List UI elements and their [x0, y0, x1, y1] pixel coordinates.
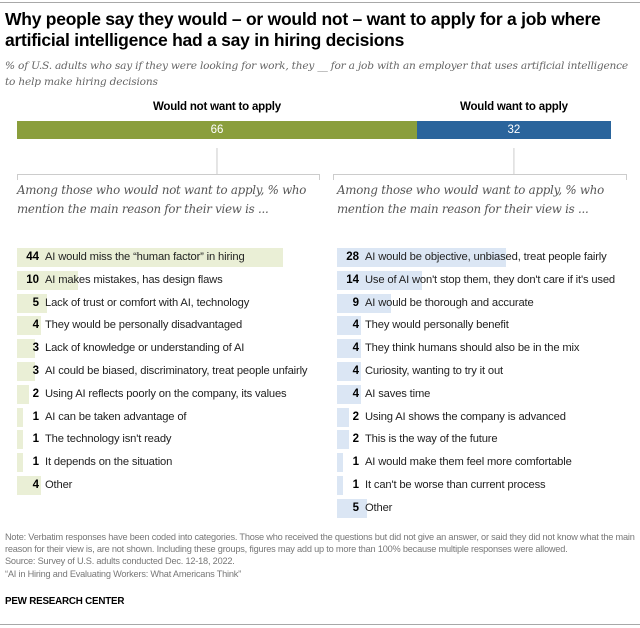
left-reason-label: Lack of trust or comfort with AI, techno… — [45, 296, 250, 309]
left-reason-value: 4 — [32, 319, 39, 332]
right-reason-label: Use of AI won't stop them, they don't ca… — [365, 273, 616, 286]
left-reason-row: 5 Lack of trust or comfort with AI, techn… — [17, 293, 327, 313]
left-reason-label: AI could be biased, discriminatory, trea… — [45, 364, 308, 377]
left-reason-row: 10 AI makes mistakes, has design flaws — [17, 270, 327, 290]
right-reason-value: 1 — [352, 478, 359, 491]
would-label: Would want to apply — [460, 101, 568, 113]
left-reason-label: AI can be taken advantage of — [45, 410, 187, 423]
right-reason-label: They would personally benefit — [365, 319, 509, 332]
left-reason-value: 3 — [32, 342, 39, 355]
left-bracket — [17, 148, 320, 180]
right-reason-row: 28 AI would be objective, unbiased, treat… — [337, 248, 637, 267]
right-bracket — [333, 148, 627, 180]
would-value: 32 — [507, 124, 521, 136]
right-reason-label: This is the way of the future — [365, 433, 498, 446]
right-reason-label: AI would be objective, unbiased, treat p… — [365, 251, 607, 263]
left-reason-label: Lack of knowledge or understanding of AI — [45, 342, 245, 355]
left-reason-label: AI makes mistakes, has design flaws — [45, 273, 223, 286]
right-reason-row: 4 Curiosity, wanting to try it out — [337, 361, 637, 381]
right-reason-row: 4 AI saves time — [337, 384, 637, 404]
left-reason-value: 10 — [26, 273, 39, 286]
right-reason-label: Using AI shows the company is advanced — [365, 410, 566, 423]
right-reason-label: It can't be worse than current process — [365, 478, 546, 491]
right-reason-value: 14 — [346, 273, 359, 286]
right-reason-value: 4 — [352, 319, 359, 332]
right-reason-row: 1 AI would make them feel more comfortabl… — [337, 453, 637, 473]
right-reason-value: 2 — [352, 410, 359, 423]
left-reason-row: 4 They would be personally disadvantaged — [17, 316, 327, 336]
source-text: Source: Survey of U.S. adults conducted … — [5, 556, 235, 567]
would-segment: 32 — [416, 121, 611, 139]
right-reason-row: 4 They would personally benefit — [337, 316, 637, 336]
left-reason-value: 3 — [32, 364, 39, 377]
left-reason-row: 1 The technology isn't ready — [17, 430, 327, 450]
right-panel-heading: Among those who would want to apply, % w… — [337, 183, 604, 216]
right-reason-label: AI would be thorough and accurate — [365, 296, 534, 309]
left-reason-label: It depends on the situation — [45, 456, 173, 469]
right-reason-value: 4 — [352, 342, 359, 355]
stacked-bar: 66 32 — [17, 121, 617, 139]
left-reason-value: 44 — [26, 251, 39, 263]
right-reason-label: Other — [365, 501, 393, 514]
chart-subtitle: % of U.S. adults who say if they were lo… — [5, 60, 628, 88]
right-reason-value: 4 — [352, 364, 359, 377]
left-reason-value: 1 — [32, 433, 39, 446]
left-reason-label: They would be personally disadvantaged — [45, 319, 243, 332]
left-reason-row: 1 It depends on the situation — [17, 453, 327, 473]
right-reason-label: AI saves time — [365, 387, 431, 400]
right-reason-label: They think humans should also be in the … — [365, 342, 580, 355]
left-reason-row: 3 AI could be biased, discriminatory, tre… — [17, 361, 327, 381]
left-reason-value: 1 — [32, 410, 39, 423]
left-reason-row: 4 Other — [17, 475, 327, 495]
top-rule — [0, 2, 640, 3]
would-not-value: 66 — [210, 124, 224, 136]
right-reason-row: 4 They think humans should also be in the… — [337, 339, 637, 359]
right-reason-value: 2 — [352, 433, 359, 446]
right-reason-value: 9 — [352, 296, 359, 309]
left-reason-value: 2 — [32, 387, 39, 400]
left-reason-label: The technology isn't ready — [45, 433, 172, 446]
right-reason-value: 5 — [352, 501, 359, 514]
left-reason-value: 4 — [32, 478, 39, 491]
left-reason-row: 3 Lack of knowledge or understanding of A… — [17, 339, 327, 359]
right-reason-row: 2 Using AI shows the company is advanced — [337, 407, 637, 427]
note-text: Note: Verbatim responses have been coded… — [5, 532, 635, 555]
bottom-rule — [0, 624, 640, 625]
left-reason-value: 1 — [32, 456, 39, 469]
right-reason-row: 2 This is the way of the future — [337, 430, 637, 450]
right-reasons-list: 28 AI would be objective, unbiased, treat… — [337, 248, 637, 522]
would-not-label: Would not want to apply — [152, 101, 281, 113]
right-reason-value: 4 — [352, 387, 359, 400]
right-reason-row: 14 Use of AI won't stop them, they don't … — [337, 270, 637, 290]
right-reason-row: 1 It can't be worse than current process — [337, 475, 637, 495]
right-reason-row: 5 Other — [337, 498, 637, 518]
left-reason-label: Using AI reflects poorly on the company,… — [45, 387, 287, 400]
brand-logo: PEW RESEARCH CENTER — [5, 596, 125, 607]
would-not-segment: 66 — [17, 121, 417, 139]
left-reason-label: Other — [45, 478, 73, 491]
left-panel-heading: Among those who would not want to apply,… — [17, 183, 307, 216]
left-reason-row: 1 AI can be taken advantage of — [17, 407, 327, 427]
left-reason-value: 5 — [32, 296, 39, 309]
right-reason-value: 28 — [346, 251, 359, 263]
footnote: Note: Verbatim responses have been coded… — [5, 531, 635, 580]
right-reason-row: 9 AI would be thorough and accurate — [337, 293, 637, 313]
left-reason-row: 2 Using AI reflects poorly on the company… — [17, 384, 327, 404]
report-title: “AI in Hiring and Evaluating Workers: Wh… — [5, 568, 242, 579]
left-reasons-list: 44 AI would miss the “human factor” in hi… — [17, 248, 327, 499]
chart-title: Why people say they would – or would not… — [5, 9, 601, 50]
right-reason-label: AI would make them feel more comfortable — [365, 456, 572, 469]
left-reason-row: 44 AI would miss the “human factor” in hi… — [17, 248, 327, 267]
right-reason-label: Curiosity, wanting to try it out — [365, 364, 503, 377]
right-reason-value: 1 — [352, 456, 359, 469]
left-reason-label: AI would miss the “human factor” in hiri… — [45, 251, 245, 263]
